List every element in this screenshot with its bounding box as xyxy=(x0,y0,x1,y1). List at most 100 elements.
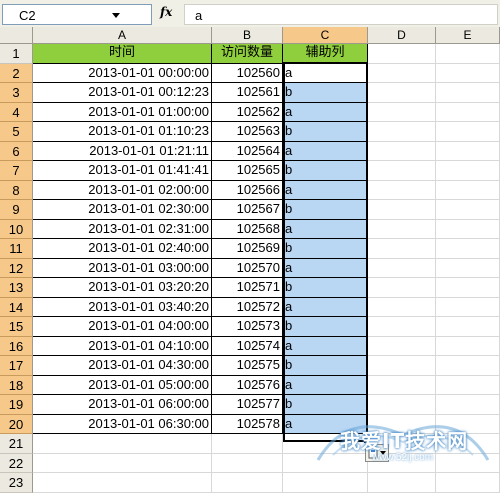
row-header[interactable]: 11 xyxy=(0,239,33,259)
cell[interactable] xyxy=(368,122,436,142)
row-header[interactable]: 18 xyxy=(0,375,33,395)
table-cell-helper[interactable]: a xyxy=(283,258,368,278)
cell[interactable] xyxy=(436,375,500,395)
table-cell-helper[interactable]: b xyxy=(283,356,368,376)
column-header-e[interactable]: E xyxy=(436,27,500,44)
table-cell-time[interactable]: 2013-01-01 06:30:00 xyxy=(33,414,212,434)
cell[interactable] xyxy=(368,375,436,395)
cell[interactable] xyxy=(436,278,500,298)
table-cell-helper[interactable]: b xyxy=(283,83,368,103)
select-all-corner[interactable] xyxy=(0,27,33,44)
table-cell-visits[interactable]: 102577 xyxy=(212,395,283,415)
row-header[interactable]: 9 xyxy=(0,200,33,220)
row-header[interactable]: 14 xyxy=(0,297,33,317)
table-cell-visits[interactable]: 102574 xyxy=(212,336,283,356)
row-header[interactable]: 8 xyxy=(0,180,33,200)
cell[interactable] xyxy=(368,219,436,239)
table-cell-helper[interactable]: b xyxy=(283,122,368,142)
cell[interactable] xyxy=(368,297,436,317)
row-header[interactable]: 21 xyxy=(0,434,33,454)
row-header[interactable]: 4 xyxy=(0,102,33,122)
cell[interactable] xyxy=(436,336,500,356)
row-header[interactable]: 20 xyxy=(0,414,33,434)
table-cell-helper[interactable]: b xyxy=(283,161,368,181)
table-cell-helper[interactable]: a xyxy=(283,219,368,239)
row-header[interactable]: 22 xyxy=(0,453,33,473)
table-cell-time[interactable]: 2013-01-01 03:00:00 xyxy=(33,258,212,278)
table-cell-visits[interactable]: 102568 xyxy=(212,219,283,239)
table-cell-visits[interactable]: 102565 xyxy=(212,161,283,181)
table-cell-helper[interactable]: a xyxy=(283,375,368,395)
table-cell-visits[interactable]: 102571 xyxy=(212,278,283,298)
table-cell-visits[interactable]: 102578 xyxy=(212,414,283,434)
chevron-down-icon[interactable] xyxy=(111,10,121,20)
cell[interactable] xyxy=(368,141,436,161)
table-cell-time[interactable]: 2013-01-01 05:00:00 xyxy=(33,375,212,395)
header-cell-time[interactable]: 时间 xyxy=(33,44,212,64)
cell[interactable] xyxy=(436,122,500,142)
cell[interactable] xyxy=(436,473,500,493)
table-cell-time[interactable]: 2013-01-01 04:30:00 xyxy=(33,356,212,376)
table-cell-helper[interactable]: b xyxy=(283,239,368,259)
cell[interactable] xyxy=(368,102,436,122)
table-cell-time[interactable]: 2013-01-01 04:00:00 xyxy=(33,317,212,337)
cell[interactable] xyxy=(436,83,500,103)
table-cell-time[interactable]: 2013-01-01 02:40:00 xyxy=(33,239,212,259)
row-header[interactable]: 12 xyxy=(0,258,33,278)
row-header[interactable]: 17 xyxy=(0,356,33,376)
table-cell-helper[interactable]: a xyxy=(283,102,368,122)
table-cell-time[interactable]: 2013-01-01 06:00:00 xyxy=(33,395,212,415)
table-cell-helper[interactable]: a xyxy=(283,180,368,200)
cell[interactable] xyxy=(368,336,436,356)
cell[interactable] xyxy=(212,453,283,473)
table-cell-helper[interactable]: a xyxy=(283,63,368,83)
table-cell-time[interactable]: 2013-01-01 01:21:11 xyxy=(33,141,212,161)
table-cell-visits[interactable]: 102564 xyxy=(212,141,283,161)
cell[interactable] xyxy=(368,83,436,103)
table-cell-time[interactable]: 2013-01-01 03:40:20 xyxy=(33,297,212,317)
table-cell-time[interactable]: 2013-01-01 02:00:00 xyxy=(33,180,212,200)
table-cell-time[interactable]: 2013-01-01 02:30:00 xyxy=(33,200,212,220)
table-cell-visits[interactable]: 102572 xyxy=(212,297,283,317)
cell[interactable] xyxy=(368,200,436,220)
cell[interactable] xyxy=(436,44,500,64)
cell[interactable] xyxy=(368,63,436,83)
row-header[interactable]: 10 xyxy=(0,219,33,239)
table-cell-visits[interactable]: 102570 xyxy=(212,258,283,278)
header-cell-helper[interactable]: 辅助列 xyxy=(283,44,368,64)
column-header-c[interactable]: C xyxy=(283,27,368,44)
formula-input[interactable]: a xyxy=(184,4,498,25)
cell[interactable] xyxy=(436,200,500,220)
cell[interactable] xyxy=(436,219,500,239)
row-header[interactable]: 5 xyxy=(0,122,33,142)
cell[interactable] xyxy=(368,356,436,376)
row-header[interactable]: 6 xyxy=(0,141,33,161)
table-cell-helper[interactable]: b xyxy=(283,317,368,337)
cell[interactable] xyxy=(283,473,368,493)
cell[interactable] xyxy=(368,161,436,181)
header-cell-visits[interactable]: 访问数量 xyxy=(212,44,283,64)
cell[interactable] xyxy=(436,239,500,259)
table-cell-visits[interactable]: 102569 xyxy=(212,239,283,259)
name-box[interactable]: C2 xyxy=(2,4,152,25)
table-cell-helper[interactable]: a xyxy=(283,336,368,356)
table-cell-time[interactable]: 2013-01-01 01:10:23 xyxy=(33,122,212,142)
row-header[interactable]: 13 xyxy=(0,278,33,298)
table-cell-time[interactable]: 2013-01-01 04:10:00 xyxy=(33,336,212,356)
table-cell-visits[interactable]: 102561 xyxy=(212,83,283,103)
cell[interactable] xyxy=(368,180,436,200)
row-header[interactable]: 15 xyxy=(0,317,33,337)
table-cell-visits[interactable]: 102567 xyxy=(212,200,283,220)
table-cell-time[interactable]: 2013-01-01 01:00:00 xyxy=(33,102,212,122)
cell[interactable] xyxy=(368,239,436,259)
row-header[interactable]: 19 xyxy=(0,395,33,415)
fx-icon[interactable]: fx xyxy=(160,5,172,19)
cell[interactable] xyxy=(436,161,500,181)
cell[interactable] xyxy=(33,434,212,454)
table-cell-visits[interactable]: 102573 xyxy=(212,317,283,337)
row-header[interactable]: 16 xyxy=(0,336,33,356)
row-header[interactable]: 3 xyxy=(0,83,33,103)
cell[interactable] xyxy=(436,356,500,376)
row-header[interactable]: 23 xyxy=(0,473,33,493)
table-cell-time[interactable]: 2013-01-01 03:20:20 xyxy=(33,278,212,298)
